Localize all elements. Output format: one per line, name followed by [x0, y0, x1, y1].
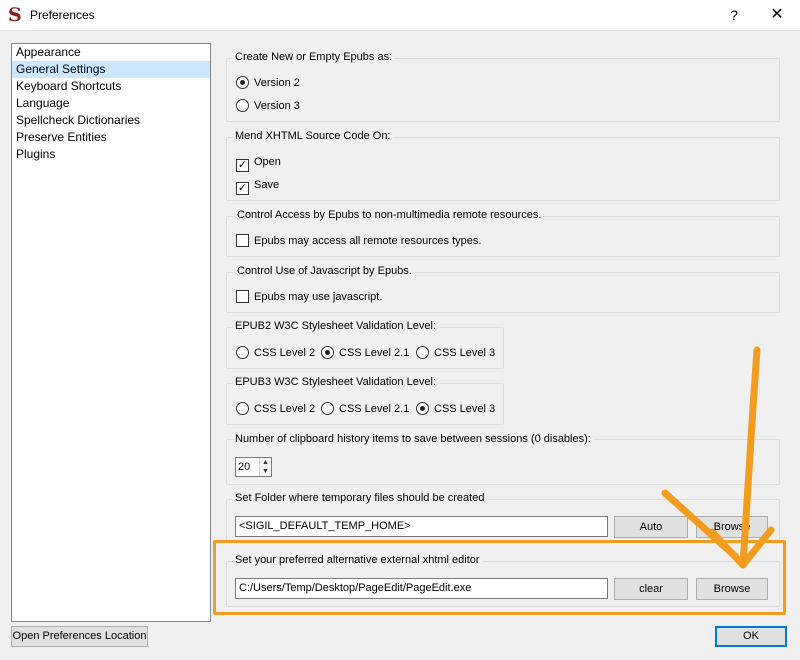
epub2-css-level-2-1-radio[interactable]: CSS Level 2.1	[321, 346, 409, 360]
temp-folder-field[interactable]: <SIGIL_DEFAULT_TEMP_HOME>	[235, 516, 608, 537]
checkbox-icon	[236, 290, 249, 303]
sidebar-item-appearance[interactable]: Appearance	[12, 44, 210, 61]
epub3-css-group-title: EPUB3 W3C Stylesheet Validation Level:	[233, 376, 438, 388]
epub2-css-level-2-radio[interactable]: CSS Level 2	[236, 346, 315, 360]
spin-buttons: ▲ ▼	[259, 458, 271, 476]
highlight-annotation-box	[213, 540, 786, 615]
preferences-category-list[interactable]: Appearance General Settings Keyboard Sho…	[11, 43, 211, 622]
radio-selected-icon	[321, 346, 334, 359]
ok-button[interactable]: OK	[715, 626, 787, 647]
title-bar: S Preferences ? ✕	[0, 0, 800, 31]
checkmark-icon: ✓	[236, 159, 249, 172]
javascript-checkbox[interactable]: Epubs may use javascript.	[236, 290, 382, 304]
sigil-app-icon: S	[8, 4, 22, 26]
radio-icon	[321, 402, 334, 415]
epub2-css-level-3-radio[interactable]: CSS Level 3	[416, 346, 495, 360]
epub-version-group	[226, 58, 780, 122]
radio-icon	[236, 402, 249, 415]
help-button[interactable]: ?	[722, 4, 746, 26]
radio-icon	[416, 346, 429, 359]
temp-folder-auto-button[interactable]: Auto	[614, 516, 688, 538]
spin-up-icon[interactable]: ▲	[260, 458, 271, 467]
sidebar-item-general-settings[interactable]: General Settings	[12, 61, 210, 78]
mend-group-title: Mend XHTML Source Code On:	[233, 130, 393, 142]
checkbox-icon	[236, 234, 249, 247]
temp-folder-group-title: Set Folder where temporary files should …	[233, 492, 487, 504]
temp-folder-browse-button[interactable]: Browse	[696, 516, 768, 538]
version-3-radio[interactable]: Version 3	[236, 99, 300, 113]
sidebar-item-keyboard-shortcuts[interactable]: Keyboard Shortcuts	[12, 78, 210, 95]
spin-down-icon[interactable]: ▼	[260, 467, 271, 476]
window-title: Preferences	[30, 8, 95, 22]
mend-open-checkbox[interactable]: ✓ Open	[236, 155, 281, 172]
sidebar-item-plugins[interactable]: Plugins	[12, 146, 210, 163]
epub3-css-level-2-radio[interactable]: CSS Level 2	[236, 402, 315, 416]
open-preferences-location-button[interactable]: Open Preferences Location	[11, 626, 148, 647]
epub3-css-level-3-radio[interactable]: CSS Level 3	[416, 402, 495, 416]
remote-resources-group-title: Control Access by Epubs to non-multimedi…	[235, 209, 544, 221]
version-2-radio[interactable]: Version 2	[236, 76, 300, 90]
clipboard-history-value: 20	[238, 461, 251, 473]
javascript-group-title: Control Use of Javascript by Epubs.	[235, 265, 414, 277]
clipboard-history-spinbox[interactable]: 20 ▲ ▼	[235, 457, 272, 477]
epub-version-group-title: Create New or Empty Epubs as:	[233, 51, 395, 63]
epub2-css-group-title: EPUB2 W3C Stylesheet Validation Level:	[233, 320, 438, 332]
radio-icon	[236, 346, 249, 359]
checkmark-icon: ✓	[236, 182, 249, 195]
sidebar-item-spellcheck-dictionaries[interactable]: Spellcheck Dictionaries	[12, 112, 210, 129]
clipboard-history-group	[226, 439, 780, 485]
radio-selected-icon	[416, 402, 429, 415]
mend-group	[226, 137, 780, 201]
close-button[interactable]: ✕	[764, 4, 790, 26]
radio-icon	[236, 99, 249, 112]
sidebar-item-language[interactable]: Language	[12, 95, 210, 112]
sidebar-item-preserve-entities[interactable]: Preserve Entities	[12, 129, 210, 146]
mend-save-checkbox[interactable]: ✓ Save	[236, 178, 279, 195]
radio-selected-icon	[236, 76, 249, 89]
clipboard-history-group-title: Number of clipboard history items to sav…	[233, 433, 593, 445]
epub3-css-level-2-1-radio[interactable]: CSS Level 2.1	[321, 402, 409, 416]
remote-resources-checkbox[interactable]: Epubs may access all remote resources ty…	[236, 234, 481, 248]
